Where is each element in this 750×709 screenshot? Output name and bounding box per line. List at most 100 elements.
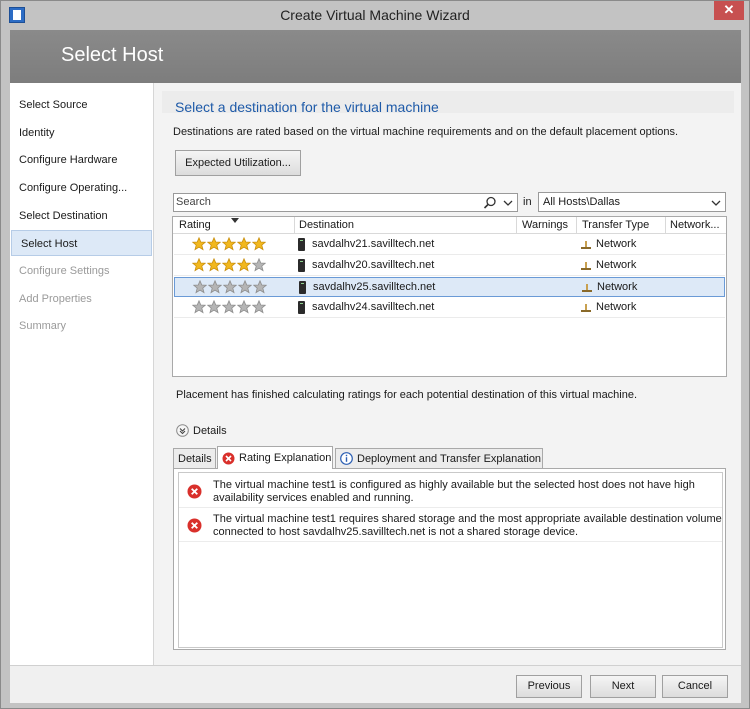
tab-label: Deployment and Transfer Explanation [357, 452, 542, 465]
table-row[interactable]: savdalhv24.savilltech.net Network [174, 298, 725, 318]
star-empty-icon [192, 300, 206, 314]
server-icon [299, 281, 306, 294]
close-button[interactable]: ✕ [714, 1, 744, 20]
wizard-footer: Previous Next Cancel [10, 665, 741, 703]
server-icon [298, 259, 305, 272]
column-separator [665, 217, 666, 234]
column-header-transfer-type[interactable]: Transfer Type [582, 219, 649, 231]
star-filled-icon [252, 237, 266, 251]
tab-rating-explanation[interactable]: Rating Explanation [217, 446, 333, 469]
table-row[interactable]: savdalhv20.savilltech.net Network [174, 256, 725, 276]
details-toggle[interactable]: Details [176, 424, 227, 437]
wizard-content: Select Source Identity Configure Hardwar… [10, 83, 741, 665]
list-item: The virtual machine test1 is configured … [179, 476, 722, 508]
tab-label: Details [178, 452, 212, 465]
search-placeholder: Search [176, 196, 211, 208]
window-title: Create Virtual Machine Wizard [280, 7, 470, 23]
search-scope-label: in [523, 196, 532, 208]
cancel-button[interactable]: Cancel [662, 675, 728, 698]
nav-item-configure-operating[interactable]: Configure Operating... [10, 175, 152, 201]
transfer-type: Network [597, 281, 638, 293]
column-header-rating[interactable]: Rating [179, 219, 211, 231]
destination-name: savdalhv25.savilltech.net [313, 281, 436, 293]
wizard-nav: Select Source Identity Configure Hardwar… [10, 83, 154, 665]
message-text-line1: The virtual machine test1 requires share… [213, 513, 722, 525]
page-title: Select Host [61, 44, 164, 66]
rating-stars [192, 258, 266, 272]
expected-utilization-button[interactable]: Expected Utilization... [175, 150, 301, 176]
star-filled-icon [237, 258, 251, 272]
star-empty-icon [222, 300, 236, 314]
nav-item-select-source[interactable]: Select Source [10, 92, 152, 118]
message-text-line2: availability services enabled and runnin… [213, 492, 414, 504]
tab-label: Rating Explanation [239, 452, 332, 464]
server-icon [298, 301, 305, 314]
transfer-type: Network [596, 259, 637, 271]
star-filled-icon [207, 237, 221, 251]
sort-descending-icon [231, 218, 239, 223]
destination-grid: Rating Destination Warnings Transfer Typ… [172, 216, 727, 377]
rating-explanation-panel: The virtual machine test1 is configured … [173, 468, 726, 650]
star-empty-icon [223, 280, 237, 294]
search-scope-select[interactable]: All Hosts\Dallas [538, 192, 726, 212]
tab-details[interactable]: Details [173, 448, 216, 468]
tab-deployment-transfer[interactable]: Deployment and Transfer Explanation [335, 448, 543, 468]
section-description: Destinations are rated based on the virt… [173, 126, 679, 138]
server-icon [298, 238, 305, 251]
previous-button[interactable]: Previous [516, 675, 582, 698]
transfer-type: Network [596, 301, 637, 313]
nav-item-select-host[interactable]: Select Host [11, 230, 152, 256]
message-text-line1: The virtual machine test1 is configured … [213, 479, 695, 491]
search-input[interactable]: Search [173, 193, 518, 212]
network-icon [581, 262, 591, 270]
info-icon [340, 452, 353, 465]
search-scope-value: All Hosts\Dallas [543, 196, 621, 208]
transfer-type: Network [596, 238, 637, 250]
message-text-line2: connected to host savdalhv25.savilltech.… [213, 526, 579, 538]
network-icon [581, 304, 591, 312]
column-header-warnings[interactable]: Warnings [522, 219, 568, 231]
column-separator [576, 217, 577, 234]
network-icon [581, 241, 591, 249]
destination-name: savdalhv24.savilltech.net [312, 301, 435, 313]
close-icon: ✕ [723, 2, 735, 17]
title-bar: Create Virtual Machine Wizard ✕ [1, 1, 749, 30]
star-filled-icon [222, 258, 236, 272]
table-row[interactable]: savdalhv25.savilltech.net Network [174, 277, 725, 297]
wizard-window: Create Virtual Machine Wizard ✕ Select H… [0, 0, 750, 709]
star-filled-icon [237, 237, 251, 251]
nav-item-select-destination[interactable]: Select Destination [10, 203, 152, 229]
placement-status: Placement has finished calculating ratin… [176, 389, 638, 401]
destination-name: savdalhv21.savilltech.net [312, 238, 435, 250]
column-header-destination[interactable]: Destination [299, 219, 354, 231]
wizard-header: Select Host [10, 30, 741, 83]
star-empty-icon [253, 280, 267, 294]
star-filled-icon [207, 258, 221, 272]
next-button[interactable]: Next [590, 675, 656, 698]
rating-stars [192, 300, 266, 314]
column-separator [294, 217, 295, 234]
section-heading: Select a destination for the virtual mac… [175, 99, 439, 115]
column-header-network[interactable]: Network... [670, 219, 720, 231]
star-empty-icon [193, 280, 207, 294]
star-filled-icon [192, 237, 206, 251]
rating-stars [192, 237, 266, 251]
star-empty-icon [237, 300, 251, 314]
error-icon [187, 484, 202, 499]
star-empty-icon [208, 280, 222, 294]
nav-item-configure-hardware[interactable]: Configure Hardware [10, 147, 152, 173]
star-empty-icon [238, 280, 252, 294]
star-filled-icon [192, 258, 206, 272]
chevron-down-icon [711, 200, 721, 206]
table-row[interactable]: savdalhv21.savilltech.net Network [174, 235, 725, 255]
star-empty-icon [252, 258, 266, 272]
error-icon [187, 518, 202, 533]
nav-item-summary: Summary [19, 320, 67, 332]
rating-stars [193, 280, 267, 294]
nav-item-add-properties: Add Properties [19, 293, 92, 305]
search-icon[interactable] [483, 196, 497, 210]
nav-item-identity[interactable]: Identity [10, 120, 152, 146]
collapse-chevron-icon [176, 424, 189, 437]
chevron-down-icon[interactable] [502, 196, 514, 210]
message-list: The virtual machine test1 is configured … [178, 472, 723, 648]
